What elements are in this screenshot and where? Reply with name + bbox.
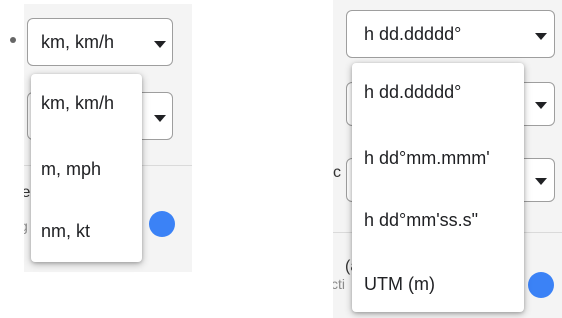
- caret-down-icon: [535, 102, 547, 109]
- distance-units-select[interactable]: km, km/h: [27, 18, 173, 66]
- menu-item-label: h dd°mm'ss.s": [364, 209, 479, 230]
- toggle-switch[interactable]: [149, 211, 175, 237]
- menu-item-km-kmh[interactable]: km, km/h: [31, 74, 142, 132]
- menu-item-nm-kt[interactable]: nm, kt: [31, 202, 142, 260]
- menu-item-label: h dd.ddddd°: [364, 81, 462, 102]
- menu-item-degrees-minutes-seconds[interactable]: h dd°mm'ss.s": [352, 191, 524, 249]
- menu-item-degrees-decimal-minutes[interactable]: h dd°mm.mmm': [352, 129, 524, 187]
- menu-item-label: UTM (m): [364, 273, 435, 294]
- coordinate-format-select-value: h dd.ddddd°: [364, 23, 462, 44]
- menu-item-label: h dd°mm.mmm': [364, 147, 490, 168]
- sublabel-fragment: g: [24, 218, 28, 234]
- menu-item-label: nm, kt: [41, 220, 91, 241]
- label-fragment: le: [24, 184, 31, 201]
- menu-item-utm[interactable]: UTM (m): [352, 255, 524, 313]
- caret-down-icon: [535, 178, 547, 185]
- label-fragment: c: [333, 164, 341, 181]
- coordinate-format-select[interactable]: h dd.ddddd°: [346, 10, 555, 58]
- menu-item-m-mph[interactable]: m, mph: [31, 140, 142, 198]
- caret-down-icon: [154, 115, 166, 122]
- caret-down-icon: [535, 33, 547, 40]
- coordinate-format-menu: h dd.ddddd° h dd°mm.mmm' h dd°mm'ss.s" U…: [352, 63, 524, 312]
- menu-item-decimal-degrees[interactable]: h dd.ddddd°: [352, 63, 524, 121]
- caret-down-icon: [154, 41, 166, 48]
- sublabel-fragment: cti: [333, 276, 345, 292]
- menu-item-label: km, km/h: [41, 92, 115, 113]
- toggle-switch[interactable]: [528, 272, 554, 298]
- menu-item-label: m, mph: [41, 158, 102, 179]
- distance-units-menu: km, km/h m, mph nm, kt: [31, 74, 142, 262]
- bullet-dot: [10, 37, 16, 43]
- distance-units-select-value: km, km/h: [41, 31, 115, 52]
